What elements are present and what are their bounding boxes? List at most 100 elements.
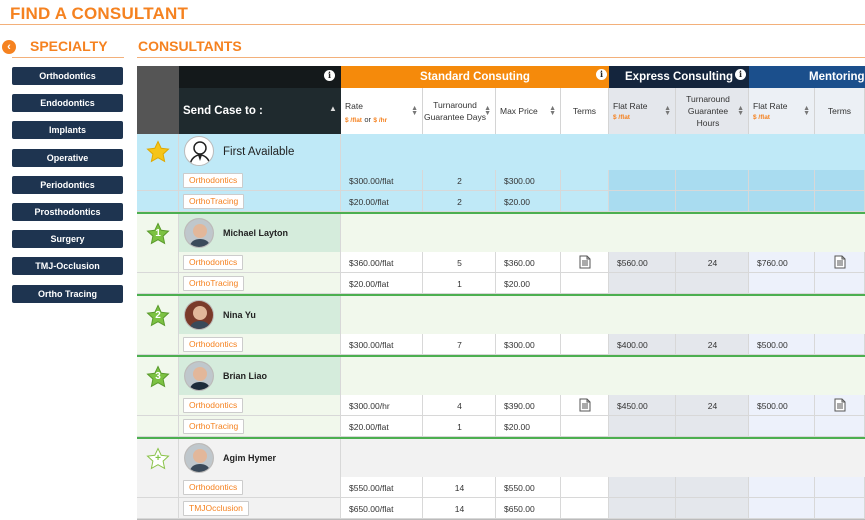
service-tag[interactable]: TMJOcclusion [183,501,249,516]
specialty-implants[interactable]: Implants [12,121,123,140]
service-row[interactable]: OrthoTracing $20.00/flat 1 $20.00 [137,416,865,437]
service-tag[interactable]: Orthodontics [183,398,244,413]
service-tag[interactable]: Orthodontics [183,337,244,352]
specialty-tmj-occlusion[interactable]: TMJ-Occlusion [12,257,123,276]
consultants-heading: CONSULTANTS [138,38,242,54]
sort-icon[interactable]: ▲ ▼ [549,105,556,117]
table-cell [137,498,179,519]
consultant-row[interactable]: 3 Brian Liao [137,357,865,395]
table-cell [137,477,179,498]
max-price-value: $300.00 [504,340,535,350]
rate-value: $20.00/flat [349,197,389,207]
col-mentoring-flat-rate[interactable]: Flat Rate $ /flat ▲ ▼ [749,88,815,134]
table-cell [137,191,179,212]
consultant-name[interactable]: Agim Hymer [223,453,276,463]
service-tag[interactable]: OrthoTracing [183,419,245,434]
rate-flat-unit: $ /flat [345,117,362,124]
service-row[interactable]: OrthoTracing $20.00/flat 1 $20.00 [137,273,865,294]
max-price-value: $300.00 [504,176,535,186]
service-row[interactable]: Orthodontics $360.00/flat 5 $360.00 $560.00 2… [137,252,865,273]
consultant-row[interactable]: + Agim Hymer [137,439,865,477]
col-express-turnaround-label: Turnaround Guarantee Hours [686,94,730,128]
group-mentoring: Mentoring [749,66,865,88]
add-star-icon: + [146,447,170,471]
specialty-endodontics[interactable]: Endodontics [12,94,123,113]
back-icon[interactable]: ‹ [2,40,16,54]
table-cell [676,170,749,191]
consultant-row[interactable]: 1 Michael Layton [137,214,865,252]
mentoring-terms-document-icon[interactable] [834,398,846,412]
express-hours-value: 24 [707,258,718,268]
table-cell [561,477,609,498]
specialty-periodontics[interactable]: Periodontics [12,175,123,194]
table-cell [137,416,179,437]
express-rate-value: $400.00 [617,340,648,350]
service-row[interactable]: Orthodontics $550.00/flat 14 $550.00 [137,477,865,498]
sort-icon[interactable]: ▲ ▼ [737,105,744,117]
turnaround-days-value: 14 [454,483,465,493]
table-cell [609,477,676,498]
specialty-heading: SPECIALTY [30,38,108,54]
col-express-turnaround[interactable]: Turnaround Guarantee Hours ▲ ▼ [676,88,749,134]
specialty-ortho-tracing[interactable]: Ortho Tracing [12,284,123,303]
consultant-row[interactable]: 2 Nina Yu [137,296,865,334]
table-cell [815,191,865,212]
service-row[interactable]: Orthodontics $300.00/flat 7 $300.00 $400.00 2… [137,334,865,355]
sort-icon[interactable]: ▲ ▼ [484,105,491,117]
terms-document-icon[interactable] [579,255,591,269]
col-mentoring-flat-rate-label: Flat Rate [753,101,788,111]
rate-value: $20.00/flat [349,422,389,432]
service-row[interactable]: TMJOcclusion $650.00/flat 14 $650.00 [137,498,865,519]
table-cell [609,498,676,519]
consultant-name[interactable]: Michael Layton [223,228,288,238]
consultant-row[interactable]: First Available [137,134,865,170]
service-row[interactable]: Orthodontics $300.00/flat 2 $300.00 [137,170,865,191]
service-tag[interactable]: OrthoTracing [183,194,245,209]
rate-value: $300.00/flat [349,176,394,186]
col-express-flat-rate-label: Flat Rate [613,101,648,111]
turnaround-days-value: 1 [457,279,462,289]
rate-value: $20.00/flat [349,279,389,289]
table-cell [137,334,179,355]
col-rate[interactable]: Rate $ /flat or $ /hr ▲ ▼ [341,88,423,134]
terms-document-icon[interactable] [579,398,591,412]
table-cell [676,477,749,498]
service-tag[interactable]: Orthodontics [183,173,244,188]
service-row[interactable]: OrthoTracing $20.00/flat 2 $20.00 [137,191,865,212]
col-max-price-label: Max Price [500,106,538,116]
rank-badge-icon: 3 [146,365,170,389]
service-tag[interactable]: OrthoTracing [183,276,245,291]
specialty-prosthodontics[interactable]: Prosthodontics [12,202,123,221]
sort-up-icon[interactable]: ▲ [329,104,337,113]
col-turnaround-days[interactable]: Turnaround Guarantee Days ▲ ▼ [423,88,496,134]
info-icon[interactable]: i [324,70,335,81]
table-cell [815,498,865,519]
sort-icon[interactable]: ▲ ▼ [803,105,810,117]
mentoring-terms-document-icon[interactable] [834,255,846,269]
col-mentoring-terms: Terms [815,88,865,134]
col-express-flat-rate[interactable]: Flat Rate $ /flat ▲ ▼ [609,88,676,134]
col-max-price[interactable]: Max Price ▲ ▼ [496,88,561,134]
info-icon[interactable]: i [735,69,746,80]
rate-value: $650.00/flat [349,504,394,514]
table-cell [815,273,865,294]
header-rank-column [137,66,179,134]
rank-number: 3 [155,371,161,382]
service-tag[interactable]: Orthodontics [183,255,244,270]
consultant-name[interactable]: Nina Yu [223,310,256,320]
table-cell [561,273,609,294]
sort-icon[interactable]: ▲ ▼ [411,105,418,117]
specialty-operative[interactable]: Operative [12,148,123,167]
specialty-surgery[interactable]: Surgery [12,230,123,249]
sort-icon[interactable]: ▲ ▼ [664,105,671,117]
service-tag[interactable]: Orthodontics [183,480,244,495]
turnaround-days-value: 2 [457,176,462,186]
rate-value: $360.00/flat [349,258,394,268]
max-price-value: $360.00 [504,258,535,268]
consultant-name[interactable]: Brian Liao [223,371,267,381]
consultant-name[interactable]: First Available [223,146,294,158]
max-price-value: $20.00 [504,279,530,289]
service-row[interactable]: Orthodontics $300.00/hr 4 $390.00 $450.00 24 $… [137,395,865,416]
specialty-orthodontics[interactable]: Orthodontics [12,67,123,85]
info-icon[interactable]: i [596,69,607,80]
